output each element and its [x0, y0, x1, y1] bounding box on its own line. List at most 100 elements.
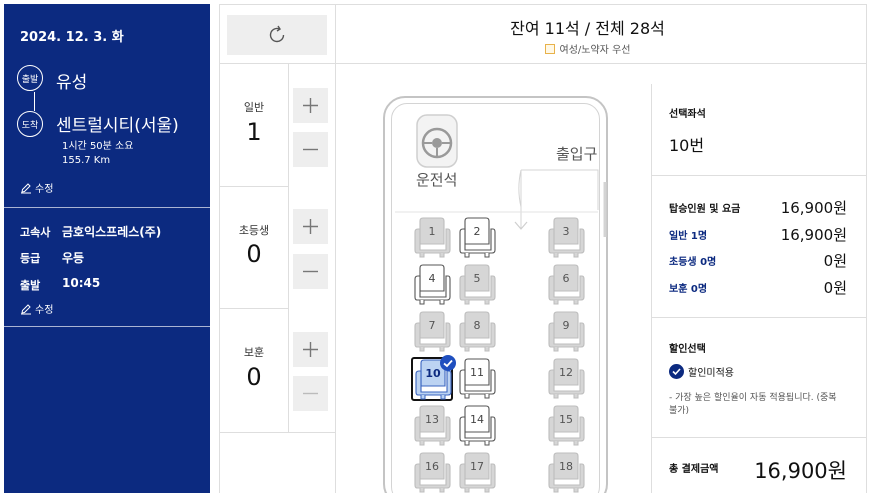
seat-icon — [459, 264, 496, 305]
trip-distance: 155.7 Km — [62, 155, 111, 166]
seat-icon — [414, 405, 451, 446]
divider — [335, 4, 336, 493]
company-label: 고속사 — [20, 226, 51, 239]
seat-number: 14 — [470, 413, 484, 426]
seat-11[interactable]: 11 — [457, 358, 497, 400]
seat-number: 5 — [473, 272, 481, 285]
minus-icon — [303, 392, 318, 395]
seat-13: 13 — [412, 405, 452, 447]
seat-icon — [459, 405, 496, 446]
seat-4[interactable]: 4 — [412, 264, 452, 306]
seat-icon — [548, 405, 585, 446]
priority-legend-label: 여성/노약자 우선 — [559, 45, 631, 56]
steering-wheel-icon — [416, 114, 458, 168]
divider — [335, 63, 866, 64]
plus-icon — [303, 98, 318, 113]
seat-15: 15 — [546, 405, 586, 447]
minus-icon — [303, 270, 318, 273]
fare-veteran-amount: 0원 — [823, 279, 847, 297]
check-icon — [669, 364, 684, 379]
seat-number: 2 — [473, 225, 481, 238]
fare-general-amount: 16,900원 — [780, 226, 847, 244]
seat-icon — [414, 311, 451, 352]
divider — [219, 4, 866, 5]
seat-icon — [459, 217, 496, 258]
seat-number: 13 — [425, 413, 439, 426]
discount-option[interactable]: 할인미적용 — [669, 364, 734, 379]
decrease-child-button[interactable] — [293, 254, 328, 289]
grade-label: 등급 — [20, 252, 41, 265]
passenger-type-general: 일반 — [243, 101, 265, 114]
increase-veteran-button[interactable] — [293, 332, 328, 367]
company-value: 금호익스프레스(주) — [62, 225, 162, 239]
seat-7: 7 — [412, 311, 452, 353]
seat-9: 9 — [546, 311, 586, 353]
seat-icon — [459, 311, 496, 352]
pencil-icon — [21, 182, 31, 193]
decrease-general-button[interactable] — [293, 132, 328, 167]
entrance-label: 출입구 — [556, 145, 598, 163]
passenger-type-child: 초등생 — [238, 224, 270, 237]
arrival-terminal: 센트럴시티(서울) — [56, 116, 179, 136]
passenger-type-veteran: 보훈 — [243, 346, 265, 359]
divider — [651, 437, 866, 438]
seat-number: 7 — [428, 319, 436, 332]
plus-icon — [303, 342, 318, 357]
seat-5: 5 — [457, 264, 497, 306]
edit-route-label: 수정 — [35, 184, 54, 195]
fare-label: 탑승인원 및 요금 — [669, 204, 741, 215]
seat-8: 8 — [457, 311, 497, 353]
divider — [219, 308, 288, 309]
increase-child-button[interactable] — [293, 209, 328, 244]
divider — [651, 175, 866, 176]
seat-2[interactable]: 2 — [457, 217, 497, 259]
seat-icon — [459, 358, 496, 399]
refresh-button[interactable] — [227, 15, 327, 55]
divider — [219, 186, 288, 187]
trip-duration: 1시간 50분 소요 — [62, 141, 134, 152]
departure-badge: 출발 — [17, 65, 43, 91]
edit-bus-button[interactable]: 수정 — [20, 301, 53, 316]
seat-number: 6 — [562, 272, 570, 285]
trip-info-panel: 2024. 12. 3. 화 출발 도착 유성 센트럴시티(서울) 1시간 50… — [4, 4, 210, 493]
seat-number: 16 — [425, 460, 439, 473]
total-amount: 16,900원 — [754, 459, 847, 483]
seat-number: 9 — [562, 319, 570, 332]
priority-legend-swatch — [544, 44, 555, 54]
selected-seat-value: 10번 — [669, 136, 705, 155]
divider — [651, 84, 652, 493]
total-label: 총 결제금액 — [669, 464, 719, 475]
divider — [866, 4, 867, 493]
passenger-count-veteran: 0 — [246, 363, 262, 391]
refresh-icon — [269, 25, 285, 43]
seat-18: 18 — [546, 452, 586, 493]
seat-12: 12 — [546, 358, 586, 400]
selected-seat-label: 선택좌석 — [669, 109, 706, 120]
depart-time-value: 10:45 — [62, 276, 101, 290]
pencil-icon — [21, 303, 31, 314]
fare-child-label: 초등생 0명 — [669, 257, 717, 268]
divider — [288, 63, 289, 433]
seat-1: 1 — [412, 217, 452, 259]
edit-bus-label: 수정 — [35, 305, 54, 316]
seat-number: 3 — [562, 225, 570, 238]
seat-number: 4 — [428, 272, 436, 285]
plus-icon — [303, 219, 318, 234]
seat-icon — [414, 217, 451, 258]
divider — [219, 432, 335, 433]
decrease-veteran-button[interactable] — [293, 376, 328, 411]
arrival-badge: 도착 — [17, 111, 43, 137]
seat-icon — [548, 311, 585, 352]
seat-number: 17 — [470, 460, 484, 473]
divider — [219, 63, 335, 64]
seat-14[interactable]: 14 — [457, 405, 497, 447]
seat-number: 1 — [428, 225, 436, 238]
edit-route-button[interactable]: 수정 — [20, 180, 53, 195]
depart-time-label: 출발 — [20, 279, 41, 292]
seat-number: 11 — [470, 366, 484, 379]
increase-general-button[interactable] — [293, 88, 328, 123]
minus-icon — [303, 148, 318, 151]
departure-terminal: 유성 — [56, 73, 88, 93]
seat-icon — [548, 358, 585, 399]
selected-check-icon — [440, 355, 456, 371]
